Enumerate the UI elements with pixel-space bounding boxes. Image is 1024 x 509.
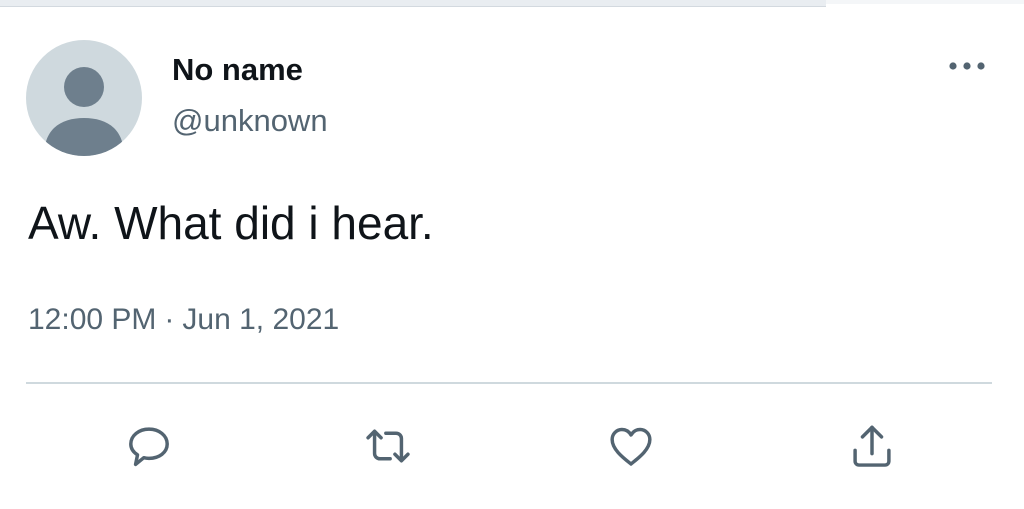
action-bar-divider	[26, 382, 992, 384]
reply-button[interactable]	[121, 418, 177, 474]
more-icon	[949, 62, 985, 70]
tweet-time: 12:00 PM	[28, 303, 157, 336]
default-profile-icon	[44, 67, 124, 156]
heart-icon	[610, 427, 652, 466]
top-strip-background	[826, 0, 1024, 4]
like-button[interactable]	[603, 418, 659, 474]
timestamp-separator: ·	[164, 303, 175, 336]
tweet-timestamp[interactable]: 12:00 PM · Jun 1, 2021	[28, 303, 339, 337]
tweet-date: Jun 1, 2021	[182, 303, 340, 336]
share-button[interactable]	[844, 418, 900, 474]
retweet-button[interactable]	[360, 418, 416, 474]
avatar[interactable]	[26, 40, 142, 156]
user-handle[interactable]: @unknown	[172, 103, 328, 139]
top-tab-strip	[0, 0, 826, 7]
tweet-text: Aw. What did i hear.	[28, 197, 434, 249]
speech-bubble-icon	[129, 427, 169, 467]
more-options-button[interactable]	[940, 48, 994, 84]
upload-share-icon	[853, 425, 891, 467]
retweet-arrows-icon	[366, 429, 410, 463]
display-name[interactable]: No name	[172, 52, 303, 88]
